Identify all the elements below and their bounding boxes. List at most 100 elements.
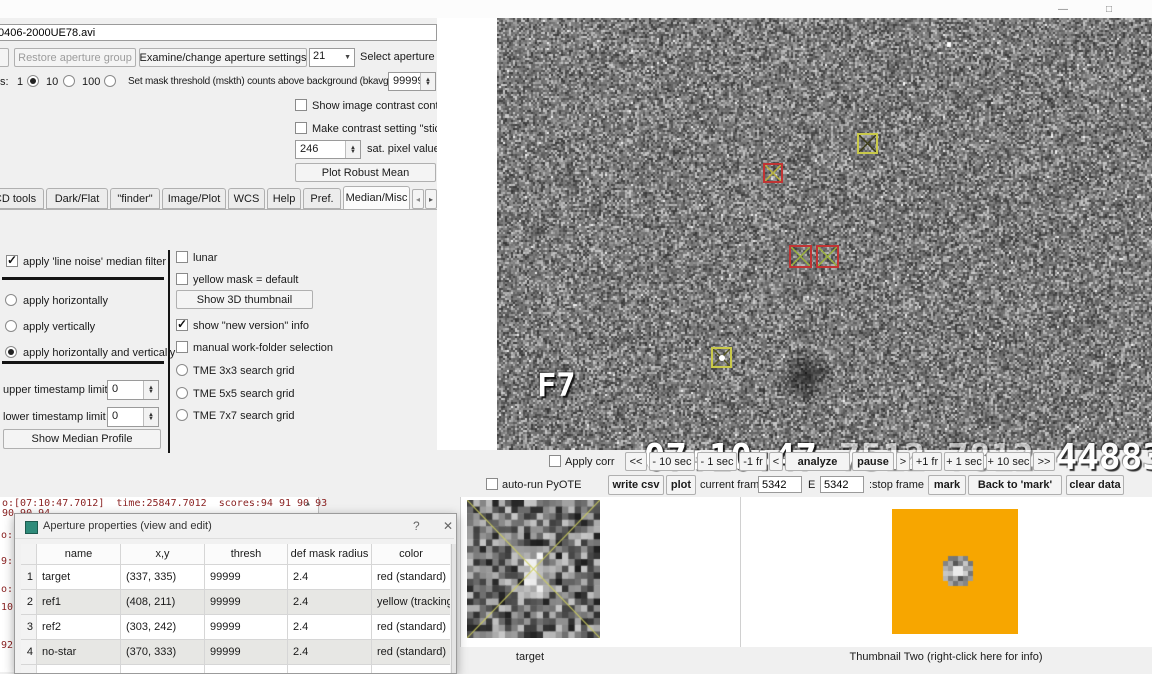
col-header-thresh[interactable]: thresh — [205, 544, 288, 564]
cell-xy[interactable]: (408, 211) — [121, 590, 205, 614]
minimize-button[interactable]: — — [1048, 2, 1078, 16]
spinner-arrows-icon[interactable] — [420, 73, 435, 90]
cell-thresh[interactable]: 99999 — [205, 590, 288, 614]
cell-xy[interactable]: (370, 333) — [121, 640, 205, 664]
filename-input[interactable] — [0, 24, 437, 41]
apply-horizontally-radio[interactable] — [5, 294, 17, 306]
tme-5x5-radio[interactable] — [176, 387, 188, 399]
back-to-mark-button[interactable]: Back to 'mark' — [968, 475, 1062, 495]
log-scroll-up-icon[interactable]: ▴ — [305, 498, 311, 509]
sticky-contrast-checkbox[interactable] — [295, 122, 307, 134]
apply-both-radio[interactable] — [5, 346, 17, 358]
new-version-checkbox[interactable] — [176, 319, 188, 331]
manual-folder-checkbox[interactable] — [176, 341, 188, 353]
cell-radius[interactable]: 2.4 — [288, 640, 372, 664]
cell-color[interactable]: red (standard) — [372, 615, 450, 639]
show-median-profile-button[interactable]: Show Median Profile — [3, 429, 161, 449]
radio-1[interactable] — [27, 75, 39, 87]
table-row[interactable]: 3 ref2 (303, 242) 99999 2.4 red (standar… — [21, 615, 450, 640]
col-header-name[interactable]: name — [37, 544, 121, 564]
sat-pixel-spinbox[interactable]: 246 — [295, 140, 361, 159]
table-scrollbar[interactable] — [451, 544, 456, 673]
cell-radius[interactable]: 2.4 — [288, 565, 372, 589]
forward-1-frame-button[interactable]: +1 fr — [912, 452, 942, 471]
maximize-button[interactable]: □ — [1094, 2, 1124, 16]
tab-scroll-left-icon[interactable]: ◂ — [412, 189, 424, 209]
spinner-arrows-icon[interactable] — [143, 381, 158, 399]
stop-frame-input[interactable] — [820, 476, 864, 493]
show-3d-thumbnail-button[interactable]: Show 3D thumbnail — [176, 290, 313, 309]
spinner-arrows-icon[interactable] — [345, 141, 360, 158]
cell-color[interactable]: red (standard) — [372, 640, 450, 664]
col-header-color[interactable]: color — [372, 544, 450, 564]
dialog-help-button[interactable]: ? — [413, 519, 420, 533]
forward-10-sec-button[interactable]: + 10 sec — [986, 452, 1031, 471]
upper-timestamp-spinbox[interactable]: 0 — [107, 380, 159, 400]
tab-scroll-right-icon[interactable]: ▸ — [425, 189, 437, 209]
tab-dark-flat[interactable]: Dark/Flat — [46, 188, 108, 209]
current-frame-input[interactable] — [758, 476, 802, 493]
col-header-radius[interactable]: def mask radius — [288, 544, 372, 564]
cell-name[interactable]: ref1 — [37, 590, 121, 614]
tab-wcs[interactable]: WCS — [228, 188, 265, 209]
cell-color[interactable]: yellow (tracking ... — [372, 590, 450, 614]
mask-threshold-spinbox[interactable]: 99999 — [388, 72, 436, 91]
cell-thresh[interactable]: 99999 — [205, 615, 288, 639]
analyze-button[interactable]: analyze — [785, 452, 850, 471]
mark-button[interactable]: mark — [928, 475, 966, 495]
apply-vertically-radio[interactable] — [5, 320, 17, 332]
plot-robust-mean-button[interactable]: Plot Robust Mean — [295, 163, 436, 182]
line-noise-filter-checkbox[interactable] — [6, 255, 18, 267]
tab-finder[interactable]: "finder" — [110, 188, 160, 209]
back-1-frame-button[interactable]: -1 fr — [739, 452, 767, 471]
jump-forward-fast-button[interactable]: >> — [1033, 452, 1055, 471]
cell-name[interactable]: no-star — [37, 640, 121, 664]
cell-thresh[interactable]: 99999 — [205, 640, 288, 664]
show-contrast-checkbox[interactable] — [295, 99, 307, 111]
cell-xy[interactable]: (303, 242) — [121, 615, 205, 639]
tme-7x7-radio[interactable] — [176, 409, 188, 421]
step-forward-button[interactable]: > — [896, 452, 910, 471]
cell-name[interactable]: target — [37, 565, 121, 589]
partial-button[interactable] — [0, 48, 9, 67]
spinner-arrows-icon[interactable] — [143, 408, 158, 426]
plot-button[interactable]: plot — [666, 475, 696, 495]
forward-1-sec-button[interactable]: + 1 sec — [944, 452, 984, 471]
cell-radius[interactable]: 2.4 — [288, 615, 372, 639]
tme-3x3-radio[interactable] — [176, 364, 188, 376]
tab-image-plot[interactable]: Image/Plot — [162, 188, 226, 209]
clear-data-button[interactable]: clear data — [1066, 475, 1124, 495]
table-row[interactable]: 4 no-star (370, 333) 99999 2.4 red (stan… — [21, 640, 450, 665]
radio-10[interactable] — [63, 75, 75, 87]
back-10-sec-button[interactable]: - 10 sec — [649, 452, 695, 471]
video-frame-canvas[interactable] — [497, 18, 1152, 450]
tab-median-misc[interactable]: Median/Misc — [343, 186, 410, 210]
step-back-button[interactable]: < — [769, 452, 783, 471]
restore-aperture-group-button[interactable]: Restore aperture group — [14, 48, 136, 67]
table-row[interactable]: 1 target (337, 335) 99999 2.4 red (stand… — [21, 565, 450, 590]
aperture-size-select[interactable]: 21 ▼ — [309, 48, 355, 67]
yellow-mask-checkbox[interactable] — [176, 273, 188, 285]
thumbnail-one-image[interactable] — [467, 500, 600, 638]
table-row[interactable]: 2 ref1 (408, 211) 99999 2.4 yellow (trac… — [21, 590, 450, 615]
cell-thresh[interactable]: 99999 — [205, 565, 288, 589]
tab-ccd-tools[interactable]: CD tools — [0, 188, 44, 209]
jump-back-fast-button[interactable]: << — [625, 452, 647, 471]
radio-100[interactable] — [104, 75, 116, 87]
tab-pref[interactable]: Pref. — [303, 188, 341, 209]
cell-name[interactable]: ref2 — [37, 615, 121, 639]
tab-help[interactable]: Help — [267, 188, 301, 209]
col-header-xy[interactable]: x,y — [121, 544, 205, 564]
lower-timestamp-spinbox[interactable]: 0 — [107, 407, 159, 427]
write-csv-button[interactable]: write csv — [608, 475, 664, 495]
cell-xy[interactable]: (337, 335) — [121, 565, 205, 589]
dialog-close-button[interactable]: ✕ — [443, 519, 453, 533]
back-1-sec-button[interactable]: - 1 sec — [697, 452, 737, 471]
apply-corr-checkbox[interactable] — [549, 455, 561, 467]
autorun-pyote-checkbox[interactable] — [486, 478, 498, 490]
lunar-checkbox[interactable] — [176, 251, 188, 263]
cell-color[interactable]: red (standard) — [372, 565, 450, 589]
close-button[interactable]: ✕ — [1140, 2, 1152, 16]
pause-button[interactable]: pause — [852, 452, 894, 471]
examine-aperture-settings-button[interactable]: Examine/change aperture settings — [139, 48, 307, 67]
